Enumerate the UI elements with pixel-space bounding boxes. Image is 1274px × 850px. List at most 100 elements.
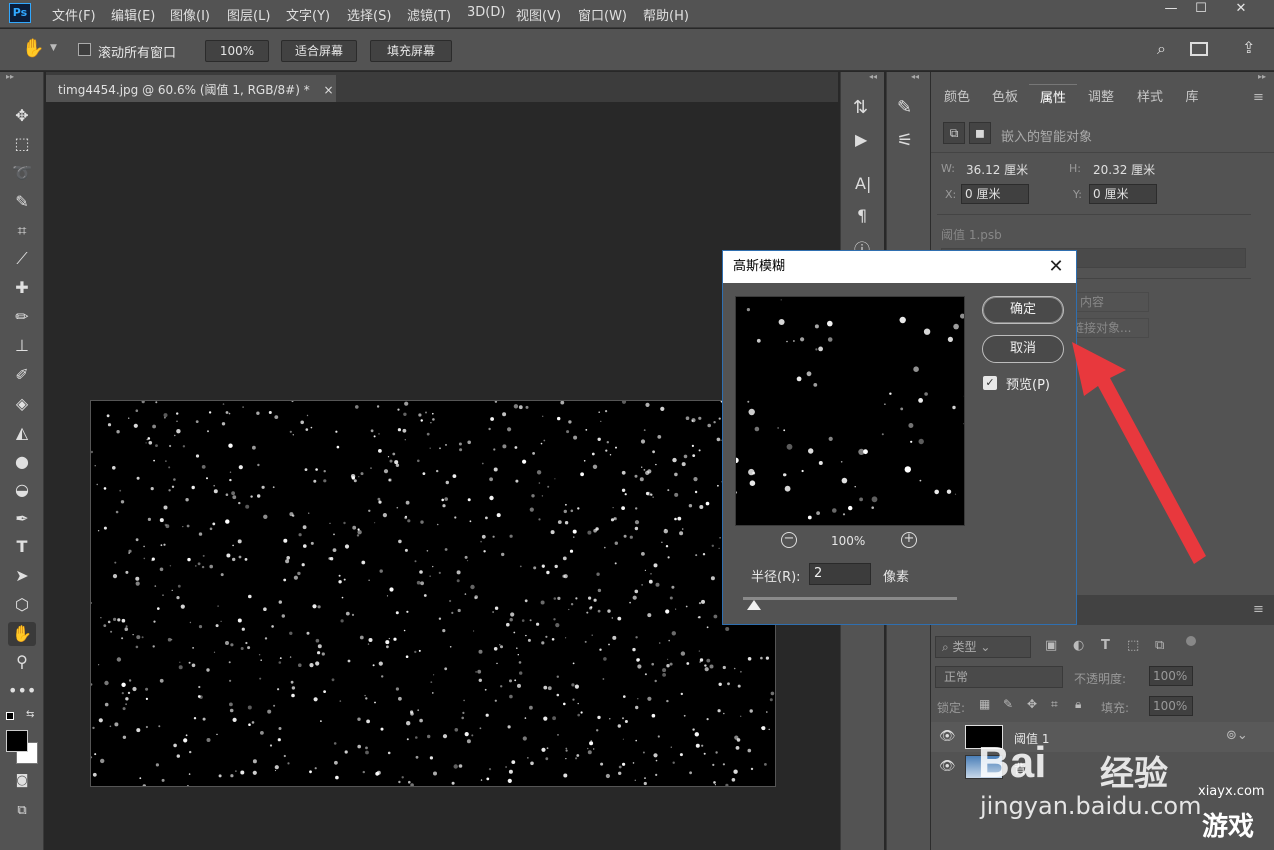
menu-help[interactable]: 帮助(H) bbox=[643, 5, 689, 24]
tab-color[interactable]: 颜色 bbox=[935, 84, 979, 112]
filter-type-icon[interactable]: T bbox=[1101, 638, 1110, 653]
eraser-tool-icon[interactable]: ◈ bbox=[8, 392, 36, 416]
default-colors-icon[interactable] bbox=[6, 712, 14, 720]
menu-view[interactable]: 视图(V) bbox=[516, 5, 561, 24]
foreground-color-swatch[interactable] bbox=[6, 730, 28, 752]
blur-preview[interactable] bbox=[735, 296, 965, 526]
brush-tool-icon[interactable]: ✏ bbox=[8, 305, 36, 329]
search-icon[interactable]: ⌕ bbox=[1157, 39, 1166, 59]
collapse-icon[interactable]: ◂◂ bbox=[869, 72, 877, 81]
panel-menu-icon[interactable]: ≡ bbox=[1253, 90, 1264, 105]
filter-toggle-icon[interactable] bbox=[1186, 636, 1196, 646]
more-tools-icon[interactable]: ••• bbox=[8, 679, 36, 703]
swap-colors-icon[interactable]: ⇆ bbox=[26, 709, 34, 720]
blend-mode-dropdown[interactable]: 正常 bbox=[935, 666, 1063, 688]
lock-position-icon[interactable]: ✥ bbox=[1027, 697, 1037, 711]
filter-adjustment-icon[interactable]: ◐ bbox=[1073, 638, 1084, 653]
menu-edit[interactable]: 编辑(E) bbox=[111, 5, 155, 24]
hand-tool-icon[interactable]: ✋ bbox=[22, 38, 44, 59]
shape-tool-icon[interactable]: ⬡ bbox=[8, 593, 36, 617]
filter-pixel-icon[interactable]: ▣ bbox=[1045, 638, 1057, 653]
x-input[interactable]: 0 厘米 bbox=[961, 184, 1029, 204]
healing-tool-icon[interactable]: ✚ bbox=[8, 276, 36, 300]
document-tab[interactable]: timg4454.jpg @ 60.6% (阈值 1, RGB/8#) * × bbox=[46, 75, 336, 102]
marquee-tool-icon[interactable]: ⬚ bbox=[8, 132, 36, 156]
menu-select[interactable]: 选择(S) bbox=[347, 5, 391, 24]
brush-presets-icon[interactable]: ✎ bbox=[897, 97, 912, 118]
close-tab-icon[interactable]: × bbox=[324, 83, 334, 97]
paragraph-panel-icon[interactable]: ¶ bbox=[857, 206, 867, 225]
smart-filter-icon[interactable]: ⊚⌄ bbox=[1226, 728, 1248, 743]
history-brush-icon[interactable]: ✐ bbox=[8, 363, 36, 387]
radius-input[interactable]: 2 bbox=[809, 563, 871, 585]
y-input[interactable]: 0 厘米 bbox=[1089, 184, 1157, 204]
path-select-icon[interactable]: ➤ bbox=[8, 564, 36, 588]
zoom-100-button[interactable]: 100% bbox=[205, 40, 269, 62]
character-panel-icon[interactable]: A| bbox=[855, 174, 871, 193]
lock-pixels-icon[interactable]: ✎ bbox=[1003, 697, 1013, 711]
fit-screen-button[interactable]: 适合屏幕 bbox=[281, 40, 357, 62]
lock-artboard-icon[interactable]: ⌗ bbox=[1051, 697, 1058, 712]
history-panel-icon[interactable]: ⇅ bbox=[853, 97, 868, 118]
close-window-button[interactable]: ✕ bbox=[1220, 0, 1262, 20]
layer-visibility-eye-icon[interactable]: 👁︎ bbox=[939, 729, 956, 744]
blur-tool-icon[interactable]: ● bbox=[8, 450, 36, 474]
tab-swatches[interactable]: 色板 bbox=[983, 84, 1027, 112]
paint-bucket-icon[interactable]: ◭ bbox=[8, 421, 36, 445]
quick-mask-icon[interactable]: ◙ bbox=[8, 769, 36, 793]
menu-image[interactable]: 图像(I) bbox=[170, 5, 210, 24]
workspace-icon[interactable] bbox=[1190, 42, 1208, 56]
layer-filter-dropdown[interactable]: ⌕ 类型 ⌄ bbox=[935, 636, 1031, 658]
type-tool-icon[interactable]: T bbox=[8, 535, 36, 559]
screen-mode-icon[interactable]: ⧉ bbox=[8, 799, 36, 823]
zoom-in-icon[interactable]: + bbox=[901, 532, 917, 548]
zoom-tool-icon[interactable]: ⚲ bbox=[8, 650, 36, 674]
dodge-tool-icon[interactable]: ◒ bbox=[8, 478, 36, 502]
menu-window[interactable]: 窗口(W) bbox=[578, 5, 627, 24]
menu-type[interactable]: 文字(Y) bbox=[286, 5, 330, 24]
chevron-down-icon[interactable]: ▼ bbox=[50, 43, 57, 53]
move-tool-icon[interactable]: ✥ bbox=[8, 104, 36, 128]
collapse-icon[interactable]: ▸▸ bbox=[6, 72, 14, 81]
menu-layer[interactable]: 图层(L) bbox=[227, 5, 270, 24]
ok-button[interactable]: 确定 bbox=[982, 296, 1064, 324]
lasso-tool-icon[interactable]: ➰ bbox=[8, 161, 36, 185]
radius-slider-thumb[interactable] bbox=[746, 600, 761, 610]
document-canvas[interactable] bbox=[90, 400, 776, 787]
menu-filter[interactable]: 滤镜(T) bbox=[407, 5, 451, 24]
lock-all-icon[interactable]: 🔒︎ bbox=[1075, 697, 1081, 712]
filter-smart-icon[interactable]: ⧉ bbox=[1155, 638, 1164, 653]
opacity-input[interactable]: 100% bbox=[1149, 666, 1193, 686]
maximize-button[interactable]: ☐ bbox=[1180, 0, 1222, 20]
share-icon[interactable]: ⇪ bbox=[1242, 38, 1255, 57]
actions-play-icon[interactable]: ▶ bbox=[855, 130, 867, 149]
preview-checkbox[interactable]: ✓ bbox=[983, 376, 997, 390]
scroll-all-windows-checkbox[interactable] bbox=[78, 43, 91, 56]
tab-properties[interactable]: 属性 bbox=[1029, 84, 1077, 112]
quick-select-tool-icon[interactable]: ✎ bbox=[8, 190, 36, 214]
brush-settings-icon[interactable]: ⚟ bbox=[897, 130, 913, 151]
pen-tool-icon[interactable]: ✒ bbox=[8, 507, 36, 531]
layers-menu-icon[interactable]: ≡ bbox=[1253, 602, 1264, 617]
layer-visibility-eye-icon[interactable]: 👁︎ bbox=[939, 759, 956, 774]
close-icon[interactable]: ✕ bbox=[1044, 255, 1068, 279]
tab-adjustments[interactable]: 调整 bbox=[1079, 84, 1123, 112]
lock-transparent-icon[interactable]: ▦ bbox=[979, 697, 990, 711]
tab-styles[interactable]: 样式 bbox=[1128, 84, 1172, 112]
collapse-icon[interactable]: ◂◂ bbox=[911, 72, 919, 81]
radius-slider-track[interactable] bbox=[743, 597, 957, 600]
mask-icon[interactable]: ◼ bbox=[969, 122, 991, 144]
hand-tool-active-icon[interactable]: ✋ bbox=[8, 622, 36, 646]
tab-libraries[interactable]: 库 bbox=[1177, 84, 1207, 112]
crop-tool-icon[interactable]: ⌗ bbox=[8, 219, 36, 243]
menu-3d[interactable]: 3D(D) bbox=[467, 5, 505, 20]
fill-screen-button[interactable]: 填充屏幕 bbox=[370, 40, 452, 62]
stamp-tool-icon[interactable]: ⊥ bbox=[8, 334, 36, 358]
menu-file[interactable]: 文件(F) bbox=[52, 5, 96, 24]
filter-shape-icon[interactable]: ⬚ bbox=[1127, 638, 1139, 653]
fill-input[interactable]: 100% bbox=[1149, 696, 1193, 716]
eyedropper-tool-icon[interactable]: ⟋ bbox=[8, 247, 36, 271]
expand-icon[interactable]: ▸▸ bbox=[1258, 72, 1266, 81]
zoom-out-icon[interactable]: − bbox=[781, 532, 797, 548]
cancel-button[interactable]: 取消 bbox=[982, 335, 1064, 363]
